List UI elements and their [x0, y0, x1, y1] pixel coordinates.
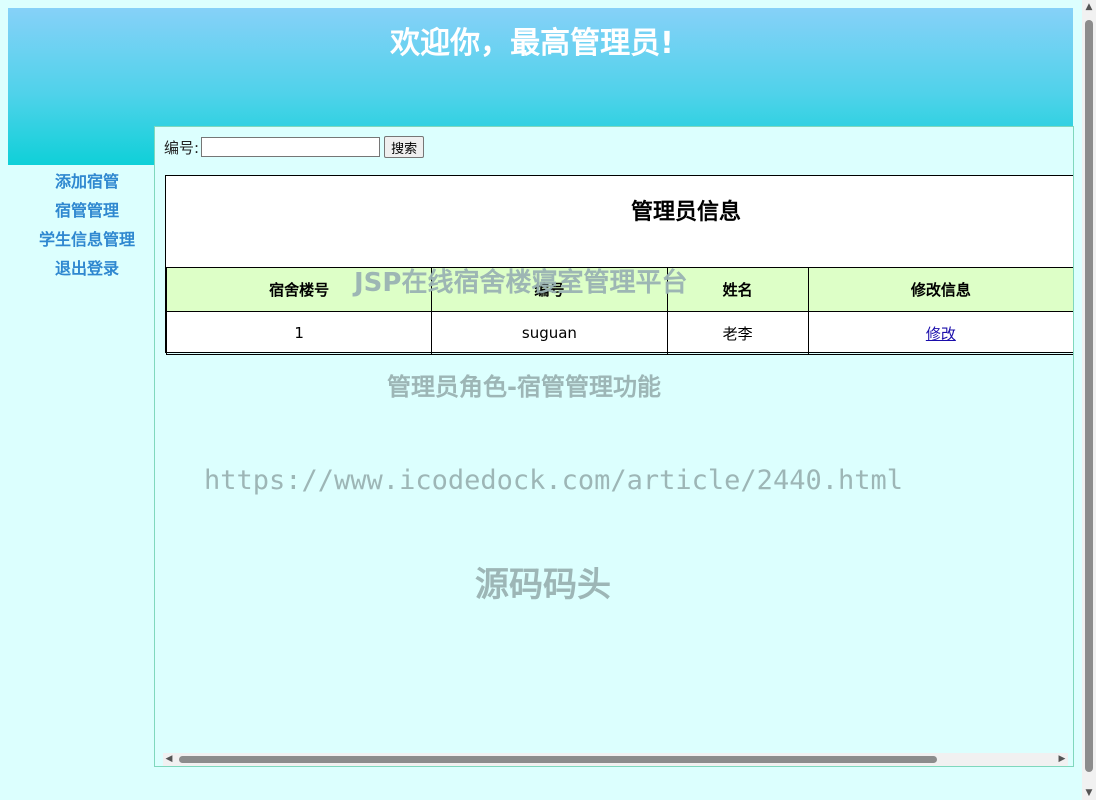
- cell-name: 老李: [666, 311, 809, 355]
- cell-building: 1: [165, 311, 433, 355]
- sidebar-item-logout[interactable]: 退出登录: [8, 254, 166, 283]
- sidebar-item-student-info-management[interactable]: 学生信息管理: [8, 225, 166, 254]
- col-header-edit: 修改信息: [807, 267, 1073, 312]
- sidebar-item-dorm-manager-management[interactable]: 宿管管理: [8, 196, 166, 225]
- sidebar-item-add-dorm-manager[interactable]: 添加宿管: [8, 167, 166, 196]
- table-row: 1 suguan 老李 修改: [165, 311, 1073, 355]
- triangle-down-icon[interactable]: ▼: [1082, 786, 1096, 800]
- search-bar: 编号: 搜索: [164, 136, 425, 158]
- triangle-up-icon[interactable]: ▲: [1082, 0, 1096, 14]
- cell-id: suguan: [431, 311, 668, 355]
- col-header-building: 宿舍楼号: [165, 267, 433, 312]
- edit-link[interactable]: 修改: [926, 325, 956, 343]
- table-caption: 管理员信息: [166, 176, 1073, 268]
- search-input[interactable]: [201, 137, 381, 157]
- search-label: 编号:: [164, 138, 200, 157]
- horizontal-scroll-thumb[interactable]: [179, 756, 937, 763]
- table-header-row: 宿舍楼号 编号 姓名 修改信息: [165, 267, 1073, 312]
- welcome-title: 欢迎你，最高管理员!: [390, 26, 674, 61]
- sidebar-nav: 添加宿管 宿管管理 学生信息管理 退出登录: [8, 167, 166, 283]
- cell-action: 修改: [807, 311, 1073, 355]
- triangle-left-icon[interactable]: ◀: [163, 753, 175, 766]
- manager-table-container: 管理员信息 宿舍楼号 编号 姓名 修改信息 1 suguan 老李 修改: [165, 175, 1073, 355]
- vertical-scroll-thumb[interactable]: [1085, 20, 1093, 772]
- col-header-id: 编号: [431, 267, 668, 312]
- vertical-scrollbar[interactable]: ▲ ▼: [1082, 0, 1096, 800]
- horizontal-scrollbar[interactable]: ◀ ▶: [163, 753, 1068, 766]
- search-button[interactable]: 搜索: [384, 136, 425, 158]
- content-frame: 编号: 搜索 管理员信息 宿舍楼号 编号 姓名 修改信息 1 suguan 老李…: [154, 126, 1074, 767]
- manager-table: 宿舍楼号 编号 姓名 修改信息 1 suguan 老李 修改: [165, 267, 1073, 355]
- col-header-name: 姓名: [666, 267, 809, 312]
- triangle-right-icon[interactable]: ▶: [1056, 753, 1068, 766]
